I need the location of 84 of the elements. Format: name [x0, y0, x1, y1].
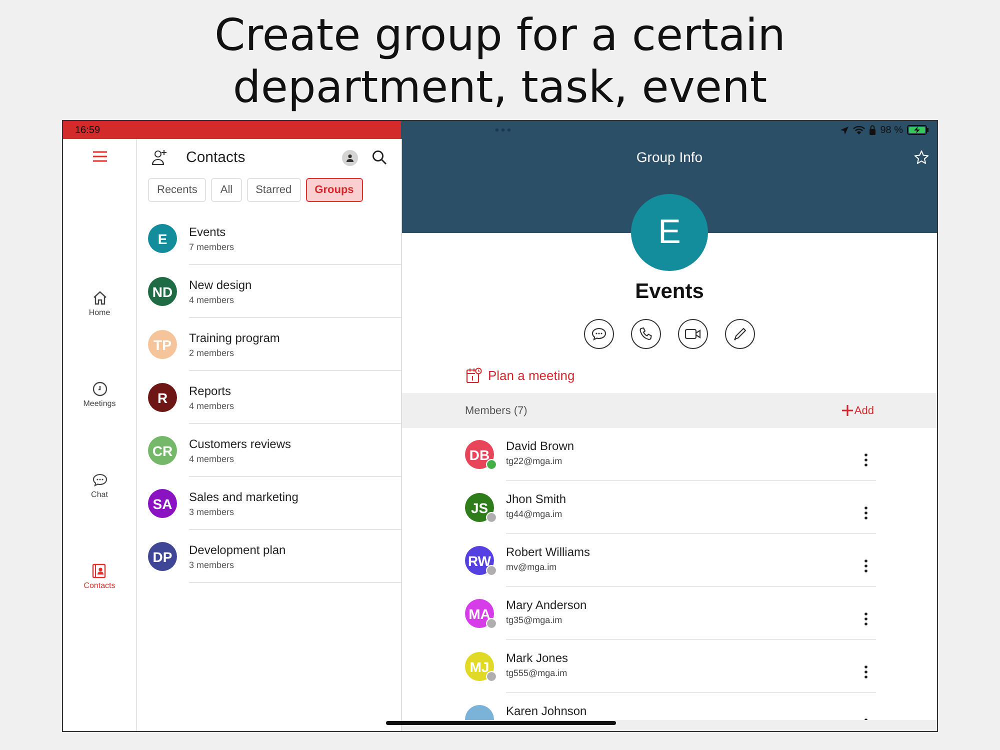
- nav-item[interactable]: Chat: [91, 472, 108, 499]
- member-count: 7 members: [189, 242, 234, 252]
- member-avatar: JS: [465, 493, 494, 522]
- phone-icon: [638, 326, 654, 342]
- home-icon: [92, 290, 108, 306]
- group-name[interactable]: New design: [189, 278, 252, 292]
- member-avatar: MA: [465, 599, 494, 628]
- member-name[interactable]: Mary Anderson: [506, 598, 587, 612]
- nav-item[interactable]: Meetings: [83, 381, 116, 408]
- calendar-icon: [466, 367, 482, 384]
- plus-icon: [842, 405, 854, 416]
- wifi-icon: [853, 126, 866, 134]
- panel-title: Contacts: [186, 149, 246, 166]
- group-avatar: DP: [148, 542, 177, 571]
- group-avatar: TP: [148, 330, 177, 359]
- member-name[interactable]: Mark Jones: [506, 651, 568, 665]
- person-icon: [346, 154, 354, 162]
- more-vertical-icon[interactable]: [864, 452, 868, 466]
- member-email: tg44@mga.im: [506, 509, 562, 519]
- group-name[interactable]: Training program: [189, 330, 280, 344]
- group-name[interactable]: Sales and marketing: [189, 490, 298, 504]
- lock-icon: [869, 125, 876, 135]
- member-count: 4 members: [189, 294, 234, 304]
- nav-item[interactable]: Home: [88, 290, 110, 317]
- group-avatar: SA: [148, 489, 177, 518]
- contacts-icon: [91, 563, 108, 579]
- screen-title: Group Info: [636, 149, 703, 165]
- member-email: tg555@mga.im: [506, 668, 568, 678]
- add-button[interactable]: Add: [842, 404, 874, 416]
- nav-item[interactable]: Contacts: [84, 563, 116, 590]
- member-email: mv@mga.im: [506, 562, 557, 572]
- video-button[interactable]: [678, 319, 708, 349]
- member-count: 3 members: [189, 560, 234, 570]
- add-person-icon[interactable]: [151, 149, 168, 166]
- profile-avatar[interactable]: [342, 150, 358, 166]
- member-name[interactable]: Jhon Smith: [506, 492, 566, 506]
- more-vertical-icon[interactable]: [864, 506, 868, 520]
- member-avatar: DB: [465, 440, 494, 469]
- caption-line: Create group for a certain: [214, 10, 786, 62]
- more-vertical-icon[interactable]: [864, 558, 868, 572]
- chat-icon: [92, 472, 108, 488]
- plan-meeting-link[interactable]: Plan a meeting: [466, 367, 575, 384]
- member-count: 4 members: [189, 454, 234, 464]
- edit-button[interactable]: [725, 319, 755, 349]
- battery-percent: 98 %: [880, 124, 903, 136]
- member-count: 3 members: [189, 506, 234, 516]
- more-vertical-icon[interactable]: [864, 664, 868, 678]
- location-arrow-icon: [840, 126, 850, 134]
- filter-tab[interactable]: All: [211, 178, 242, 202]
- group-name[interactable]: Customers reviews: [189, 436, 292, 450]
- group-name[interactable]: Development plan: [189, 542, 286, 556]
- group-avatar: E: [148, 224, 177, 253]
- clock-icon: [92, 381, 108, 397]
- status-time: 16:59: [75, 124, 100, 136]
- group-avatar: CR: [148, 436, 177, 465]
- member-name[interactable]: Robert Williams: [506, 545, 590, 559]
- member-name[interactable]: David Brown: [506, 439, 574, 453]
- menu-icon[interactable]: [92, 151, 106, 162]
- group-name[interactable]: Reports: [189, 384, 232, 398]
- members-heading: Members (7): [465, 404, 528, 416]
- search-icon[interactable]: [372, 150, 387, 165]
- more-vertical-icon[interactable]: [864, 612, 868, 626]
- group-name[interactable]: Events: [189, 224, 226, 238]
- member-count: 4 members: [189, 400, 234, 410]
- star-icon[interactable]: [914, 150, 929, 165]
- member-count: 2 members: [189, 348, 234, 358]
- filter-tab[interactable]: Groups: [306, 178, 363, 202]
- pencil-icon: [732, 326, 748, 342]
- member-email: tg22@mga.im: [506, 456, 562, 466]
- member-avatar: MJ: [465, 652, 494, 681]
- member-name[interactable]: Karen Johnson: [506, 704, 587, 718]
- battery-charging-icon: [907, 125, 929, 135]
- group-name: Events: [635, 280, 704, 304]
- phone-button[interactable]: [631, 319, 661, 349]
- chat-button[interactable]: [584, 319, 614, 349]
- caption-line: department, task, event: [232, 62, 768, 114]
- filter-tab[interactable]: Starred: [246, 178, 301, 202]
- video-camera-icon: [684, 327, 702, 341]
- member-email: tg35@mga.im: [506, 615, 562, 625]
- member-avatar: RW: [465, 546, 494, 575]
- group-avatar: R: [148, 383, 177, 412]
- chat-icon: [591, 326, 607, 342]
- filter-tab[interactable]: Recents: [148, 178, 206, 202]
- group-avatar: ND: [148, 277, 177, 306]
